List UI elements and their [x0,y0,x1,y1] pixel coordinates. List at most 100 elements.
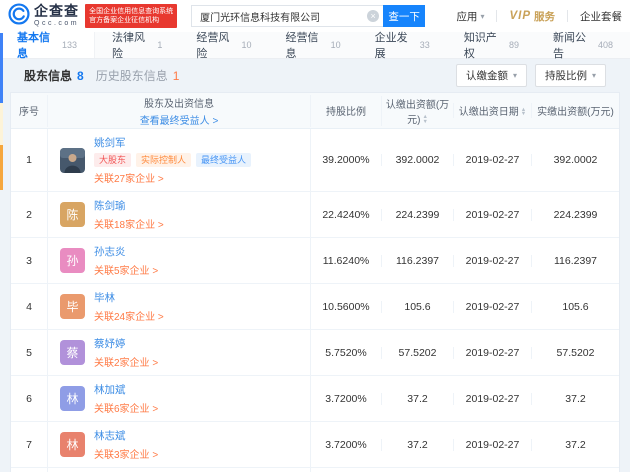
qcc-logo[interactable]: 企查查 Qcc.com [8,2,80,30]
sort-icon[interactable]: ▲ ▼ [422,115,427,124]
table-row: 5 蔡 蔡妤婷 关联2家企业 > 5.7520% 57.5202 2019-02… [11,330,619,376]
search-box: × 查一下 [191,5,426,27]
table-body: 1 姚剑军 大股东 实际控制人 最终受益人 关联27家企业 > 39.2000% 3… [11,129,619,472]
shareholder-name-link[interactable]: 林志斌 [94,428,126,443]
row-index: 2 [26,208,32,221]
shareholding-ratio-filter[interactable]: 持股比例 ▾ [534,64,606,87]
sort-icon[interactable]: ▲ ▼ [521,107,526,117]
row-index: 1 [26,154,32,166]
related-companies-link[interactable]: 关联2家企业 > [94,354,158,369]
row-subscribed: 105.6 [381,300,453,313]
row-subscribed: 224.2399 [381,208,453,221]
shareholder-table-card: 序号 股东及出资信息 查看最终受益人 > 持股比例 认缴出资额(万元) ▲ ▼ 认缴… [10,92,620,472]
qcc-logo-icon [8,2,30,30]
row-date: 2019-02-27 [453,254,531,267]
related-companies-link[interactable]: 关联6家企业 > [94,400,158,415]
table-header-row: 序号 股东及出资信息 查看最终受益人 > 持股比例 认缴出资额(万元) ▲ ▼ 认缴… [11,93,619,129]
shareholder-name-link[interactable]: 林加斌 [94,382,126,397]
tag-实际控制人: 实际控制人 [136,153,192,167]
row-date: 2019-02-27 [453,154,531,166]
col-date: 认缴出资日期 ▲ ▼ [453,103,531,118]
left-edge-widget-blue [0,33,3,103]
col-subscribed: 认缴出资额(万元) ▲ ▼ [381,95,453,126]
col-paid: 实缴出资额(万元) [531,103,619,118]
related-companies-link[interactable]: 关联5家企业 > [94,262,158,277]
shareholder-info-title: 股东信息 [24,69,73,83]
row-index: 7 [26,438,32,451]
shareholder-char-avatar: 孙 [60,248,85,273]
row-subscribed: 37.2 [381,392,453,405]
shareholder-char-avatar: 毕 [60,294,85,319]
table-row: 2 陈 陈剑瑜 关联18家企业 > 22.4240% 224.2399 2019… [11,192,619,238]
related-companies-link[interactable]: 关联18家企业 > [94,216,164,231]
row-ratio: 11.6240% [322,254,370,267]
row-paid: 392.0002 [531,154,619,166]
row-subscribed: 37.2 [381,438,453,451]
row-date: 2019-02-27 [453,392,531,405]
history-shareholder-count: 1 [172,68,180,83]
table-row: 1 姚剑军 大股东 实际控制人 最终受益人 关联27家企业 > 39.2000% 3… [11,129,619,192]
related-companies-link[interactable]: 关联27家企业 > [94,170,164,185]
chevron-down-icon: ▾ [512,71,517,80]
row-date: 2019-02-27 [453,346,531,359]
subscribed-amount-filter[interactable]: 认缴金额 ▾ [455,64,527,87]
table-row: 4 毕 毕林 关联24家企业 > 10.5600% 105.6 2019-02-… [11,284,619,330]
logo-domain: Qcc.com [34,19,80,27]
credit-system-badge: 全国企业信用信息查询系统 官方备案企业征信机构 [85,4,178,28]
tab-新闻公告[interactable]: 新闻公告 408 [536,32,630,60]
top-bar: 企查查 Qcc.com 全国企业信用信息查询系统 官方备案企业征信机构 × 查一… [0,0,630,32]
tab-经营风险[interactable]: 经营风险 10 [179,32,268,60]
shareholder-char-avatar: 陈 [60,202,85,227]
shareholder-name-link[interactable]: 蔡妤婷 [94,336,126,351]
row-index: 4 [26,300,32,313]
row-paid: 105.6 [531,300,619,313]
row-ratio: 3.7200% [325,392,367,405]
row-ratio: 39.2000% [322,154,370,166]
shareholder-tags: 大股东 实际控制人 最终受益人 [94,153,252,167]
row-paid: 37.2 [531,392,619,405]
tab-法律风险[interactable]: 法律风险 1 [95,32,179,60]
tab-知识产权[interactable]: 知识产权 89 [447,32,536,60]
left-edge-widget-cream [0,103,3,145]
history-shareholder-link[interactable]: 历史股东信息 [96,67,168,84]
row-subscribed: 392.0002 [381,154,453,166]
menu-vip[interactable]: VIP 服务 [509,9,555,24]
menu-package[interactable]: 企业套餐 [580,9,622,24]
row-date: 2019-02-27 [453,300,531,313]
row-subscribed: 116.2397 [381,254,453,267]
shareholder-char-avatar: 林 [60,432,85,457]
view-beneficiary-link[interactable]: 查看最终受益人 > [48,112,310,127]
row-date: 2019-02-27 [453,438,531,451]
row-paid: 57.5202 [531,346,619,359]
row-index: 3 [26,254,32,267]
col-shareholder: 股东及出资信息 查看最终受益人 > [47,94,311,127]
tab-经营信息[interactable]: 经营信息 10 [269,32,358,60]
shareholder-name-link[interactable]: 毕林 [94,290,115,305]
row-ratio: 3.7200% [325,438,367,451]
tab-企业发展[interactable]: 企业发展 33 [358,32,447,60]
row-ratio: 22.4240% [322,208,370,221]
shareholder-char-avatar: 蔡 [60,340,85,365]
shareholder-section-header: 股东信息 8 历史股东信息 1 认缴金额 ▾ 持股比例 ▾ [10,59,620,92]
shareholder-name-link[interactable]: 陈剑瑜 [94,198,126,213]
shareholder-name-link[interactable]: 孙志炎 [94,244,126,259]
table-row: 8 陈 陈永纯 关联9家企业 > 3.0000% 30 2019-02-27 3… [11,468,619,472]
shareholder-photo-avatar [60,147,85,173]
menu-apps[interactable]: 应用 ▾ [456,9,484,24]
related-companies-link[interactable]: 关联24家企业 > [94,308,164,323]
chevron-down-icon: ▾ [591,71,596,80]
tag-最终受益人: 最终受益人 [196,153,252,167]
search-button[interactable]: 查一下 [383,5,426,27]
menu-divider [496,10,498,22]
shareholder-name-link[interactable]: 姚剑军 [94,135,126,150]
col-ratio: 持股比例 [326,107,366,118]
top-menu: 应用 ▾ VIP 服务 企业套餐 [456,9,622,24]
logo-name: 企查查 [34,3,79,20]
row-ratio: 5.7520% [325,346,367,359]
search-input[interactable] [191,5,384,27]
tab-基本信息[interactable]: 基本信息 133 [0,32,96,60]
row-date: 2019-02-27 [453,208,531,221]
related-companies-link[interactable]: 关联3家企业 > [94,446,158,461]
shareholder-char-avatar: 林 [60,386,85,411]
table-row: 6 林 林加斌 关联6家企业 > 3.7200% 37.2 2019-02-27… [11,376,619,422]
